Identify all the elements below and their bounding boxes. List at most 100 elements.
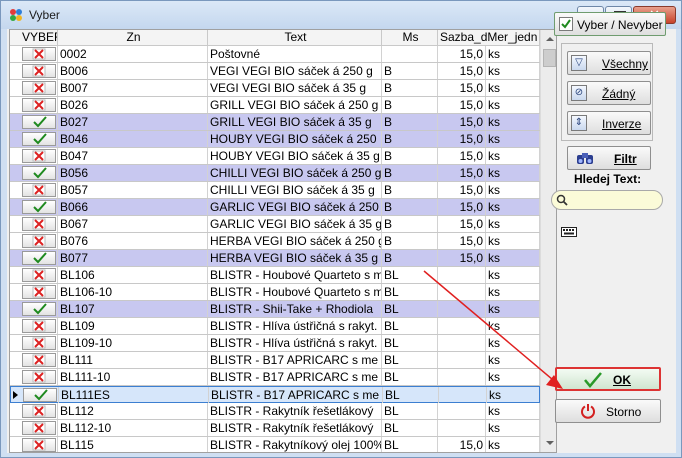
table-row[interactable]: BL106 BLISTR - Houbové Quarteto s m BL ks xyxy=(10,267,540,284)
cell-sazba: 15,0 xyxy=(438,199,486,215)
column-header-ms[interactable]: Ms xyxy=(382,30,438,46)
cell-ms: B xyxy=(382,199,438,215)
search-field[interactable] xyxy=(551,190,663,210)
table-row[interactable]: B026 GRILL VEGI BIO sáček á 250 g B 15,0 ks xyxy=(10,97,540,114)
unselected-x-icon[interactable] xyxy=(22,336,56,350)
cell-mj: ks xyxy=(486,148,540,164)
invert-button[interactable]: ⇕ Inverze xyxy=(567,111,651,135)
scroll-thumb[interactable] xyxy=(543,49,556,67)
column-header-sazba-merjedn[interactable]: Sazba_dMer_jedn xyxy=(438,30,540,46)
table-row[interactable]: BL107 BLISTR - Shii-Take + Rhodiola BL ks xyxy=(10,301,540,318)
cell-zn: BL111ES xyxy=(59,387,209,403)
column-header-vyber[interactable]: VYBER xyxy=(20,30,58,46)
table-row[interactable]: B076 HERBA VEGI BIO sáček á 250 g B 15,0 ks xyxy=(10,233,540,250)
unselected-x-icon[interactable] xyxy=(22,421,56,435)
cell-ms: BL xyxy=(382,267,438,283)
scroll-down-arrow-icon[interactable] xyxy=(542,435,556,451)
cell-ms: B xyxy=(382,182,438,198)
row-indicator xyxy=(10,63,20,79)
selected-checkmark-icon[interactable] xyxy=(22,166,56,180)
cell-vyber xyxy=(20,420,58,436)
cell-ms: BL xyxy=(382,318,438,334)
ok-button[interactable]: OK xyxy=(555,367,661,391)
table-row[interactable]: BL112 BLISTR - Rakytník řešetlákový BL ks xyxy=(10,403,540,420)
table-row[interactable]: B007 VEGI VEGI BIO sáček á 35 g B 15,0 ks xyxy=(10,80,540,97)
unselected-x-icon[interactable] xyxy=(22,98,56,112)
cell-vyber xyxy=(20,250,58,266)
selected-checkmark-icon[interactable] xyxy=(23,388,57,402)
unselected-x-icon[interactable] xyxy=(22,234,56,248)
table-row[interactable]: B077 HERBA VEGI BIO sáček á 35 g B 15,0 ks xyxy=(10,250,540,267)
cell-mj: ks xyxy=(486,165,540,181)
select-all-button[interactable]: ▽ Všechny xyxy=(567,51,651,75)
cell-vyber xyxy=(20,318,58,334)
cell-zn: BL107 xyxy=(58,301,208,317)
table-row[interactable]: B067 GARLIC VEGI BIO sáček á 35 g B 15,0 ks xyxy=(10,216,540,233)
cell-text: VEGI VEGI BIO sáček á 35 g xyxy=(208,80,382,96)
cell-mj: ks xyxy=(486,233,540,249)
table-row[interactable]: BL111 BLISTR - B17 APRICARC s me BL ks xyxy=(10,352,540,369)
selected-checkmark-icon[interactable] xyxy=(22,302,56,316)
table-row[interactable]: BL115 BLISTR - Rakytníkový olej 100% BL 15,… xyxy=(10,437,540,452)
unselected-x-icon[interactable] xyxy=(22,217,56,231)
cell-text: BLISTR - B17 APRICARC s me xyxy=(208,369,382,385)
table-row[interactable]: 0002 Poštovné 15,0 ks xyxy=(10,46,540,63)
select-none-button[interactable]: ⊘ Žádný xyxy=(567,81,651,105)
unselected-x-icon[interactable] xyxy=(22,47,56,61)
unselected-x-icon[interactable] xyxy=(22,319,56,333)
cell-sazba: 15,0 xyxy=(438,148,486,164)
unselected-x-icon[interactable] xyxy=(22,149,56,163)
row-indicator xyxy=(10,352,20,368)
unselected-x-icon[interactable] xyxy=(22,404,56,418)
table-row[interactable]: BL111-10 BLISTR - B17 APRICARC s me BL ks xyxy=(10,369,540,386)
selected-checkmark-icon[interactable] xyxy=(22,251,56,265)
cell-mj: ks xyxy=(486,63,540,79)
table-row[interactable]: B047 HOUBY VEGI BIO sáček á 35 g B 15,0 ks xyxy=(10,148,540,165)
cell-vyber xyxy=(20,182,58,198)
unselected-x-icon[interactable] xyxy=(22,64,56,78)
cell-ms: B xyxy=(382,148,438,164)
table-row[interactable]: BL106-10 BLISTR - Houbové Quarteto s m BL k… xyxy=(10,284,540,301)
table-row[interactable]: B027 GRILL VEGI BIO sáček á 35 g B 15,0 ks xyxy=(10,114,540,131)
cell-zn: B046 xyxy=(58,131,208,147)
table-row[interactable]: B057 CHILLI VEGI BIO sáček á 35 g B 15,0 ks xyxy=(10,182,540,199)
storno-button[interactable]: Storno xyxy=(555,399,661,423)
unselected-x-icon[interactable] xyxy=(22,183,56,197)
column-header-text[interactable]: Text xyxy=(208,30,382,46)
unselected-x-icon[interactable] xyxy=(22,268,56,282)
table-row[interactable]: BL109-10 BLISTR - Hlíva ústřičná s rakyt.… xyxy=(10,335,540,352)
unselected-x-icon[interactable] xyxy=(22,438,56,452)
unselected-x-icon[interactable] xyxy=(22,285,56,299)
cell-zn: BL112 xyxy=(58,403,208,419)
selected-checkmark-icon[interactable] xyxy=(22,132,56,146)
cell-vyber xyxy=(21,387,59,403)
grid-header: VYBER Zn Text Ms Sazba_dMer_jedn xyxy=(10,30,540,46)
column-header-zn[interactable]: Zn xyxy=(58,30,208,46)
table-row[interactable]: BL112-10 BLISTR - Rakytník řešetlákový BL k… xyxy=(10,420,540,437)
cell-text: BLISTR - Hlíva ústřičná s rakyt. xyxy=(208,318,382,334)
unselected-x-icon[interactable] xyxy=(22,370,56,384)
select-all-icon: ▽ xyxy=(571,55,587,71)
search-input[interactable] xyxy=(572,193,658,207)
table-row[interactable]: BL109 BLISTR - Hlíva ústřičná s rakyt. BL k… xyxy=(10,318,540,335)
cell-vyber xyxy=(20,199,58,215)
row-indicator xyxy=(10,369,20,385)
table-row[interactable]: B046 HOUBY VEGI BIO sáček á 250 B 15,0 ks xyxy=(10,131,540,148)
keyboard-icon[interactable] xyxy=(561,226,577,238)
table-row[interactable]: B006 VEGI VEGI BIO sáček á 250 g B 15,0 ks xyxy=(10,63,540,80)
row-indicator xyxy=(10,403,20,419)
unselected-x-icon[interactable] xyxy=(22,81,56,95)
power-icon xyxy=(581,404,595,419)
selected-checkmark-icon[interactable] xyxy=(22,200,56,214)
selected-checkmark-icon[interactable] xyxy=(22,115,56,129)
table-row[interactable]: BL111ES BLISTR - B17 APRICARC s me BL ks xyxy=(10,386,541,403)
cell-mj: ks xyxy=(486,284,540,300)
vyber-nevyber-button[interactable]: Vyber / Nevyber xyxy=(554,12,666,36)
row-indicator xyxy=(10,114,20,130)
filter-button[interactable]: Filtr xyxy=(567,146,651,170)
unselected-x-icon[interactable] xyxy=(22,353,56,367)
table-row[interactable]: B066 GARLIC VEGI BIO sáček á 250 g B 15,0 ks xyxy=(10,199,540,216)
table-row[interactable]: B056 CHILLI VEGI BIO sáček á 250 g B 15,0 ks xyxy=(10,165,540,182)
cell-ms: B xyxy=(382,131,438,147)
items-grid[interactable]: VYBER Zn Text Ms Sazba_dMer_jedn 0002Poš… xyxy=(9,29,557,453)
